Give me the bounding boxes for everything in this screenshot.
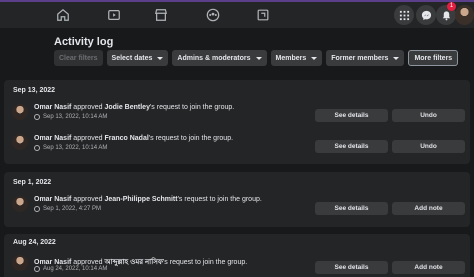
messenger-icon[interactable] — [416, 5, 436, 25]
see-details-button[interactable]: See details — [315, 261, 388, 274]
globe-icon — [34, 145, 40, 151]
caret-down-icon — [393, 56, 400, 60]
avatar[interactable] — [12, 134, 28, 150]
avatar[interactable] — [12, 196, 28, 212]
target-name[interactable]: Jodie Bentley — [104, 104, 150, 111]
activity-suffix: 's request to join the group. — [149, 104, 235, 111]
activity-verb: approved — [71, 196, 105, 203]
see-details-button[interactable]: See details — [315, 109, 388, 122]
activity-suffix: 's request to join the group. — [177, 196, 262, 203]
caret-down-icon — [311, 56, 318, 60]
activity-verb: approved — [71, 259, 105, 266]
more-filters-label: More filters — [414, 54, 453, 62]
watch-icon[interactable] — [103, 6, 125, 24]
group-date: Aug 24, 2022 — [13, 239, 56, 246]
select-dates-label: Select dates — [111, 54, 153, 62]
avatar[interactable] — [12, 255, 28, 271]
more-filters-button[interactable]: More filters — [408, 50, 459, 66]
caret-down-icon — [255, 56, 262, 60]
actor-name[interactable]: Omar Nasif — [34, 104, 71, 111]
former-members-label: Former members — [331, 54, 389, 62]
activity-text: Omar Nasif approved Jodie Bentley's requ… — [34, 104, 234, 111]
activity-group-panel: Sep 13, 2022 Omar Nasif approved Jodie B… — [4, 80, 470, 164]
actor-name[interactable]: Omar Nasif — [34, 259, 71, 266]
page-title: Activity log — [54, 36, 114, 48]
clear-filters-button[interactable]: Clear filters — [54, 50, 103, 66]
activity-text: Omar Nasif approved Jean-Philippe Schmit… — [34, 196, 262, 203]
gaming-icon[interactable] — [252, 6, 274, 24]
activity-suffix: 's request to join the group. — [162, 259, 248, 266]
clear-filters-label: Clear filters — [59, 54, 98, 62]
add-note-button[interactable]: Add note — [392, 202, 465, 215]
groups-icon[interactable] — [202, 6, 224, 24]
activity-meta: Aug 24, 2022, 10:14 AM — [34, 266, 107, 272]
members-label: Members — [275, 54, 307, 62]
notification-badge: 1 — [447, 2, 456, 11]
activity-time[interactable]: Sep 13, 2022, 10:14 AM — [43, 145, 107, 151]
see-details-button[interactable]: See details — [315, 140, 388, 153]
target-name[interactable]: আব্দুল্লাহ ওমর নাসিফ — [104, 259, 163, 266]
activity-verb: approved — [71, 135, 105, 142]
target-name[interactable]: Jean-Philippe Schmitt — [104, 196, 177, 203]
globe-icon — [34, 266, 40, 272]
top-navigation-bar: 1 — [0, 0, 474, 28]
account-avatar[interactable] — [455, 5, 474, 25]
admins-moderators-dropdown[interactable]: Admins & moderators — [172, 50, 267, 66]
group-date: Sep 1, 2022 — [13, 179, 52, 186]
activity-meta: Sep 13, 2022, 10:14 AM — [34, 145, 107, 151]
see-details-button[interactable]: See details — [315, 202, 388, 215]
filter-bar: Clear filters Select dates Admins & mode… — [54, 50, 459, 66]
activity-meta: Sep 1, 2022, 4:27 PM — [34, 206, 101, 212]
home-icon[interactable] — [52, 6, 74, 24]
avatar[interactable] — [12, 104, 28, 120]
undo-button[interactable]: Undo — [392, 140, 465, 153]
menu-grid-icon[interactable] — [394, 5, 414, 25]
globe-icon — [34, 114, 40, 120]
marketplace-icon[interactable] — [150, 6, 172, 24]
activity-verb: approved — [71, 104, 105, 111]
caret-down-icon — [157, 56, 164, 60]
admins-moderators-label: Admins & moderators — [177, 54, 251, 62]
activity-time[interactable]: Sep 13, 2022, 10:14 AM — [43, 114, 107, 120]
actor-name[interactable]: Omar Nasif — [34, 135, 71, 142]
members-dropdown[interactable]: Members — [270, 50, 323, 66]
add-note-button[interactable]: Add note — [392, 261, 465, 274]
group-date: Sep 13, 2022 — [13, 87, 56, 94]
activity-meta: Sep 13, 2022, 10:14 AM — [34, 114, 107, 120]
activity-suffix: 's request to join the group. — [148, 135, 234, 142]
activity-text: Omar Nasif approved Franco Nadal's reque… — [34, 135, 233, 142]
select-dates-dropdown[interactable]: Select dates — [106, 50, 169, 66]
actor-name[interactable]: Omar Nasif — [34, 196, 71, 203]
activity-time[interactable]: Aug 24, 2022, 10:14 AM — [43, 266, 107, 272]
activity-group-panel: Aug 24, 2022 Omar Nasif approved আব্দুল্… — [4, 234, 470, 277]
target-name[interactable]: Franco Nadal — [104, 135, 148, 142]
globe-icon — [34, 206, 40, 212]
activity-time[interactable]: Sep 1, 2022, 4:27 PM — [43, 206, 101, 212]
former-members-dropdown[interactable]: Former members — [326, 50, 405, 66]
undo-button[interactable]: Undo — [392, 109, 465, 122]
activity-group-panel: Sep 1, 2022 Omar Nasif approved Jean-Phi… — [4, 172, 470, 227]
